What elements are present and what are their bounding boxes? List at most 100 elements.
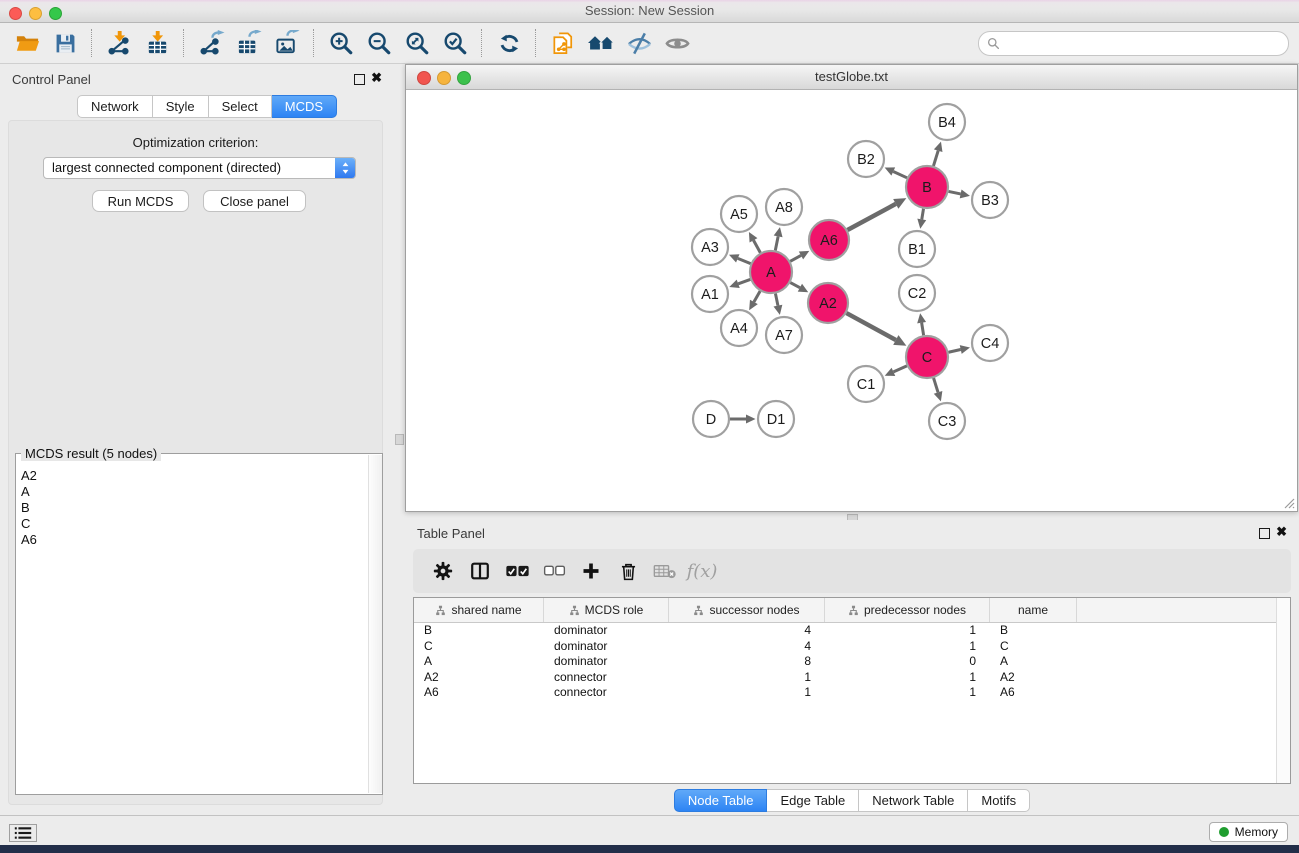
table-float-icon[interactable] [1259, 528, 1270, 539]
node-A4[interactable]: A4 [721, 310, 757, 346]
column-header-successor-nodes[interactable]: successor nodes [669, 598, 825, 622]
mcds-result-item[interactable]: B [21, 500, 382, 516]
edge-C-C4[interactable] [948, 345, 970, 354]
node-A7[interactable]: A7 [766, 317, 802, 353]
unselect-all-columns-button[interactable] [541, 554, 567, 588]
tab-select[interactable]: Select [209, 95, 272, 118]
edge-B-B2[interactable] [885, 167, 907, 177]
show-panel-button[interactable] [658, 26, 696, 60]
mcds-result-item[interactable]: A6 [21, 532, 382, 548]
tab-mcds[interactable]: MCDS [272, 95, 337, 118]
hide-panel-button[interactable] [620, 26, 658, 60]
result-scrollbar[interactable] [368, 455, 382, 793]
search-input[interactable] [1005, 33, 1280, 53]
node-A[interactable]: A [750, 251, 792, 293]
node-A8[interactable]: A8 [766, 189, 802, 225]
node-B4[interactable]: B4 [929, 104, 965, 140]
tab-motifs[interactable]: Motifs [968, 789, 1030, 812]
edge-A6-B[interactable] [847, 198, 906, 230]
select-all-columns-button[interactable] [504, 554, 530, 588]
mcds-result-item[interactable]: C [21, 516, 382, 532]
zoom-in-button[interactable] [322, 26, 360, 60]
node-D[interactable]: D [693, 401, 729, 437]
export-image-button[interactable] [268, 26, 306, 60]
show-column-panel-button[interactable] [467, 554, 493, 588]
zoom-out-button[interactable] [360, 26, 398, 60]
edge-D-D1[interactable] [730, 415, 756, 424]
node-B1[interactable]: B1 [899, 231, 935, 267]
edge-C-C1[interactable] [885, 366, 907, 376]
zoom-fit-button[interactable] [398, 26, 436, 60]
edge-A2-C[interactable] [846, 313, 906, 346]
column-header-MCDS-role[interactable]: MCDS role [544, 598, 669, 622]
tab-network[interactable]: Network [77, 95, 153, 118]
open-session-button[interactable] [8, 26, 46, 60]
run-mcds-button[interactable]: Run MCDS [92, 190, 189, 212]
task-history-button[interactable] [9, 824, 37, 842]
edge-A-A7[interactable] [774, 294, 783, 315]
edge-A-A5[interactable] [749, 232, 760, 253]
import-network-button[interactable] [100, 26, 138, 60]
table-row[interactable]: Bdominator41B [414, 623, 1290, 639]
edge-B-B3[interactable] [949, 190, 970, 199]
node-C3[interactable]: C3 [929, 403, 965, 439]
edge-B-B4[interactable] [933, 142, 942, 166]
table-settings-button[interactable] [430, 554, 456, 588]
export-network-button[interactable] [192, 26, 230, 60]
edge-A-A3[interactable] [729, 254, 751, 263]
column-header-predecessor-nodes[interactable]: predecessor nodes [825, 598, 990, 622]
node-B[interactable]: B [906, 166, 948, 208]
column-header-name[interactable]: name [990, 598, 1077, 622]
memory-button[interactable]: Memory [1209, 822, 1288, 842]
edge-C-C2[interactable] [917, 313, 926, 335]
tab-edge-table[interactable]: Edge Table [767, 789, 859, 812]
close-panel-button[interactable]: Close panel [203, 190, 306, 212]
export-table-button[interactable] [230, 26, 268, 60]
node-C4[interactable]: C4 [972, 325, 1008, 361]
delete-table-button[interactable] [652, 554, 678, 588]
new-session-from-network-button[interactable] [544, 26, 582, 60]
node-A3[interactable]: A3 [692, 229, 728, 265]
zoom-selected-button[interactable] [436, 26, 474, 60]
node-A1[interactable]: A1 [692, 276, 728, 312]
window-titlebar[interactable]: Session: New Session [0, 0, 1299, 23]
vertical-splitter-grip[interactable] [395, 434, 404, 445]
edge-A-A4[interactable] [749, 291, 760, 310]
tab-style[interactable]: Style [153, 95, 209, 118]
table-row[interactable]: A2connector11A2 [414, 670, 1290, 686]
edge-A-A1[interactable] [729, 279, 750, 288]
edge-B-B1[interactable] [917, 209, 926, 229]
window-resize-grip[interactable] [1283, 497, 1295, 509]
create-column-button[interactable] [578, 554, 604, 588]
node-B2[interactable]: B2 [848, 141, 884, 177]
node-A5[interactable]: A5 [721, 196, 757, 232]
edge-A-A2[interactable] [790, 283, 808, 293]
node-C1[interactable]: C1 [848, 366, 884, 402]
mcds-result-item[interactable]: A [21, 484, 382, 500]
edge-A-A6[interactable] [790, 251, 809, 262]
function-builder-button[interactable]: f(x) [689, 554, 715, 588]
mcds-result-item[interactable]: A2 [21, 468, 382, 484]
network-canvas[interactable]: B4B2BB3A8A5A6A3B1AC2A1A2A4A7C4CC1C3DD1 [406, 90, 1297, 511]
table-scrollbar[interactable] [1276, 598, 1290, 783]
tab-node-table[interactable]: Node Table [674, 789, 768, 812]
network-window-titlebar[interactable]: testGlobe.txt [406, 65, 1297, 90]
tab-network-table[interactable]: Network Table [859, 789, 968, 812]
float-panel-icon[interactable] [354, 74, 365, 85]
table-row[interactable]: A6connector11A6 [414, 685, 1290, 701]
node-C[interactable]: C [906, 336, 948, 378]
home-networks-button[interactable] [582, 26, 620, 60]
delete-column-button[interactable] [615, 554, 641, 588]
node-A2[interactable]: A2 [808, 283, 848, 323]
refresh-button[interactable] [490, 26, 528, 60]
table-close-icon[interactable]: ✖ [1276, 526, 1287, 538]
column-header-shared-name[interactable]: shared name [414, 598, 544, 622]
close-panel-icon[interactable]: ✖ [371, 72, 382, 84]
save-session-button[interactable] [46, 26, 84, 60]
node-B3[interactable]: B3 [972, 182, 1008, 218]
node-D1[interactable]: D1 [758, 401, 794, 437]
criterion-dropdown[interactable]: largest connected component (directed) [43, 157, 356, 179]
table-row[interactable]: Cdominator41C [414, 639, 1290, 655]
import-table-button[interactable] [138, 26, 176, 60]
node-A6[interactable]: A6 [809, 220, 849, 260]
